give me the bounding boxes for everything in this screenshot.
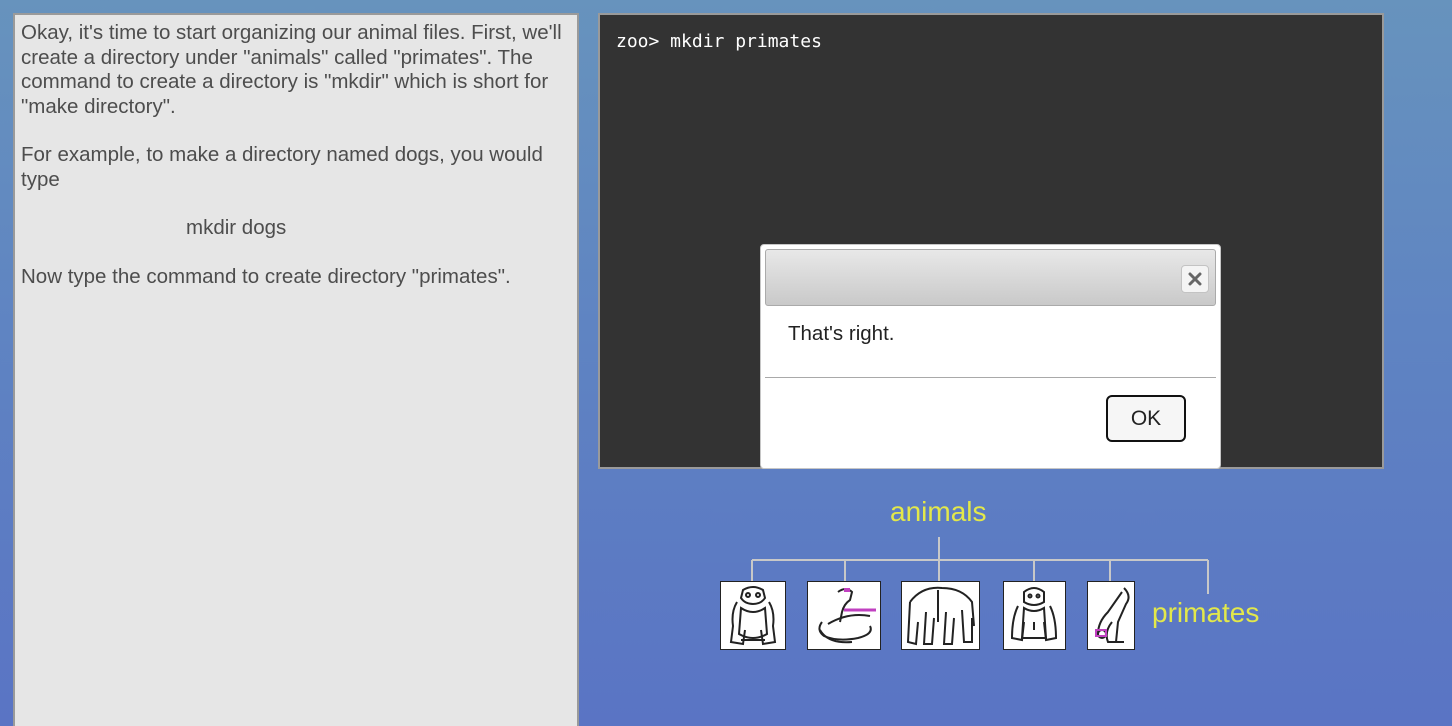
- monkey-icon[interactable]: [720, 581, 786, 650]
- snake-icon[interactable]: [807, 581, 881, 650]
- close-icon[interactable]: [1181, 265, 1209, 293]
- dialog-divider: [765, 377, 1216, 378]
- terminal-command-line: zoo> mkdir primates: [616, 31, 822, 52]
- tree-label-primates: primates: [1152, 597, 1260, 628]
- confirmation-dialog: That's right. OK: [760, 244, 1221, 469]
- instruction-paragraph-1: Okay, it's time to start organizing our …: [21, 21, 562, 118]
- instruction-paragraph-3: Now type the command to create directory…: [21, 264, 511, 288]
- dialog-message: That's right.: [788, 322, 895, 345]
- dialog-titlebar[interactable]: [765, 249, 1216, 306]
- ok-button[interactable]: OK: [1106, 395, 1186, 442]
- example-command: mkdir dogs: [186, 216, 287, 239]
- instructions-panel: Okay, it's time to start organizing our …: [13, 13, 579, 726]
- small-monkey-icon[interactable]: [1087, 581, 1135, 650]
- tree-label-animals: animals: [890, 496, 987, 527]
- instruction-paragraph-2: For example, to make a directory named d…: [21, 143, 543, 191]
- elephant-icon[interactable]: [901, 581, 980, 650]
- gorilla-icon[interactable]: [1003, 581, 1066, 650]
